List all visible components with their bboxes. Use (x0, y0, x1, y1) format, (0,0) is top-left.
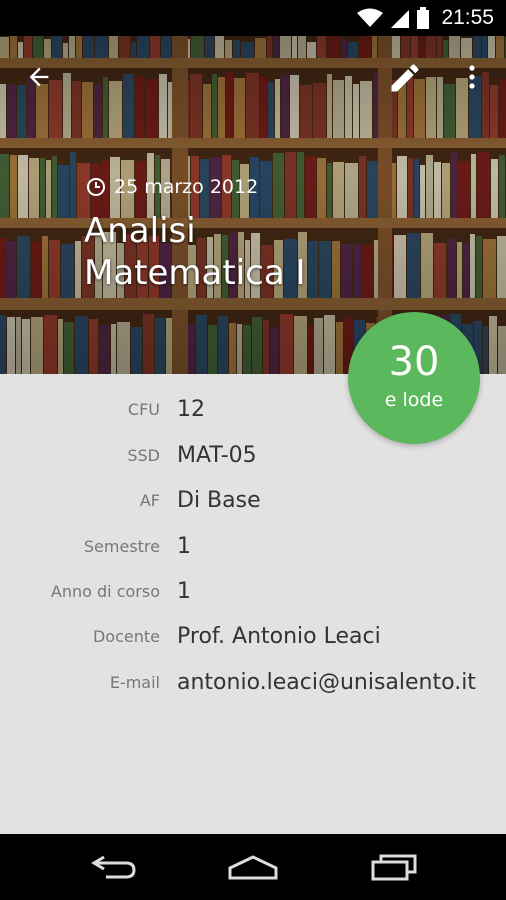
edit-button[interactable] (380, 54, 430, 102)
grade-badge: 30 e lode (348, 312, 480, 444)
nav-back-icon (91, 855, 136, 879)
detail-value: 1 (177, 534, 191, 559)
pencil-icon (391, 64, 419, 92)
detail-label: E-mail (109, 673, 160, 692)
course-details: CFU 12 SSD MAT-05 AF Di Base Semestre 1 … (0, 374, 506, 834)
system-nav-bar (0, 834, 506, 900)
more-vert-icon (469, 65, 475, 89)
detail-label: Docente (92, 627, 160, 646)
course-title: Analisi Matematica I (84, 211, 306, 293)
detail-value: Prof. Antonio Leaci (177, 624, 381, 649)
nav-home-icon (228, 855, 278, 880)
detail-row-email[interactable]: E-mail antonio.leaci@unisalento.it (0, 663, 506, 703)
grade-score: 30 (388, 339, 440, 385)
email-link[interactable]: antonio.leaci@unisalento.it (177, 663, 477, 703)
detail-label: SSD (127, 446, 160, 465)
clock-icon (87, 178, 105, 196)
back-button[interactable] (14, 56, 64, 98)
nav-home-button[interactable] (213, 846, 293, 888)
detail-row-anno: Anno di corso 1 (0, 572, 506, 612)
detail-row-af: AF Di Base (0, 481, 506, 521)
status-bar: 21:55 (0, 0, 506, 36)
exam-date: 25 marzo 2012 (86, 176, 258, 198)
exam-date-text: 25 marzo 2012 (114, 176, 259, 198)
nav-back-button[interactable] (74, 846, 154, 888)
detail-label: Anno di corso (50, 582, 160, 601)
detail-value: 1 (177, 579, 191, 604)
detail-row-docente: Docente Prof. Antonio Leaci (0, 617, 506, 657)
detail-value: Di Base (177, 488, 261, 513)
grade-honors: e lode (384, 389, 444, 411)
battery-icon (417, 7, 430, 29)
detail-label: AF (139, 491, 160, 510)
detail-value: MAT-05 (177, 443, 257, 468)
detail-row-semestre: Semestre 1 (0, 527, 506, 567)
wifi-icon (357, 8, 384, 27)
nav-recents-button[interactable] (354, 846, 434, 888)
overflow-menu-button[interactable] (452, 56, 492, 98)
detail-label: CFU (127, 400, 160, 419)
nav-recents-icon (371, 854, 417, 881)
signal-icon (391, 10, 410, 28)
arrow-back-icon (29, 67, 49, 87)
detail-label: Semestre (83, 537, 160, 556)
clock-time: 21:55 (441, 6, 494, 29)
